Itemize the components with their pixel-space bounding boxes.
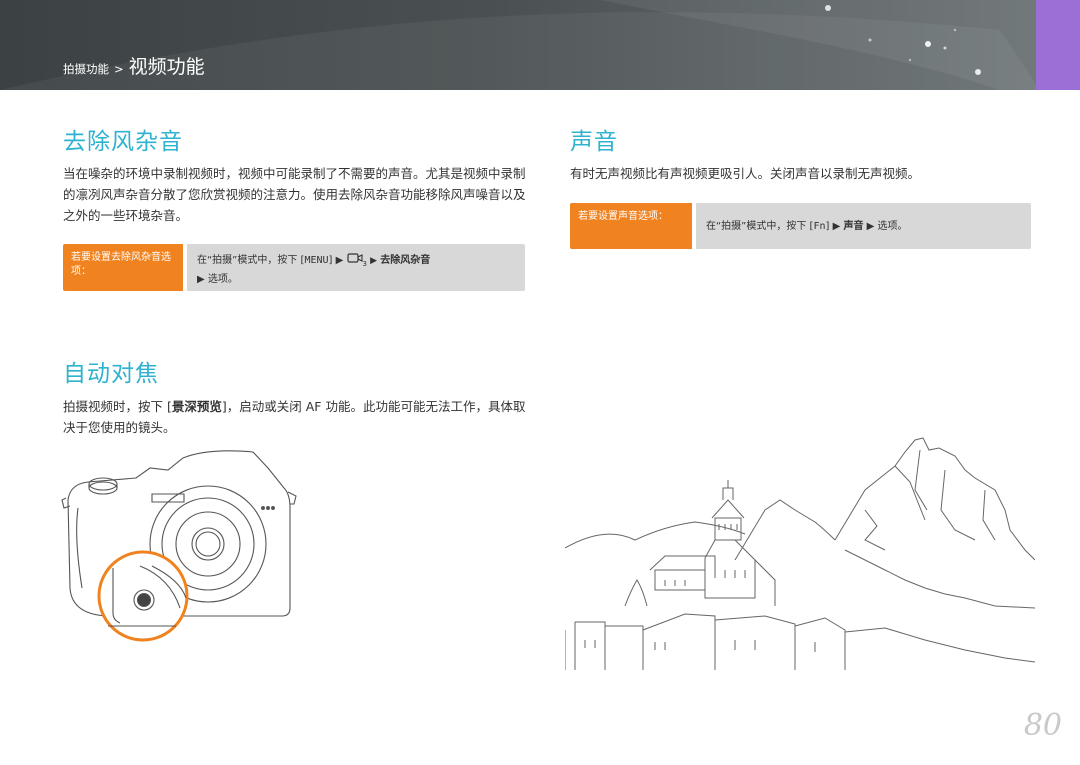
autofocus-body-prefix: 拍摄视频时，按下 [ (63, 399, 172, 414)
page-number: 80 (1023, 708, 1062, 743)
wind-cut-tip: 若要设置去除风杂音选项： 在“拍摄”模式中，按下 [MENU] ▶ 3 ▶ 去除… (63, 244, 525, 291)
fn-key: Fn (813, 221, 826, 232)
breadcrumb-separator: > (114, 62, 124, 76)
sound-tip-label: 若要设置声音选项： (570, 203, 692, 249)
video-mode-icon (346, 253, 363, 263)
autofocus-title: 自动对焦 (63, 361, 159, 387)
page-header: 拍摄功能 > 视频功能 (0, 0, 1080, 90)
wind-cut-tip-content: 在“拍摄”模式中，按下 [MENU] ▶ 3 ▶ 去除风杂音 ▶ 选项。 (187, 244, 525, 291)
sound-title: 声音 (570, 129, 618, 155)
sound-tip-content: 在“拍摄”模式中，按下 [Fn] ▶ 声音 ▶ 选项。 (696, 203, 1031, 249)
sound-tip-prefix: 在“拍摄”模式中，按下 [ (706, 221, 814, 232)
wind-cut-tip-prefix: 在“拍摄”模式中，按下 [ (197, 255, 305, 266)
chapter-tab (1036, 0, 1080, 90)
wind-cut-tip-label: 若要设置去除风杂音选项： (63, 244, 183, 291)
autofocus-body: 拍摄视频时，按下 [景深预览]，启动或关闭 AF 功能。此功能可能无法工作，具体… (63, 396, 529, 438)
camera-illustration (61, 450, 297, 642)
wind-cut-tip-target: 去除风杂音 (380, 255, 431, 266)
menu-key: MENU (304, 255, 329, 266)
sound-tip-target: 声音 (843, 221, 864, 232)
dof-preview-key: 景深预览 (171, 399, 222, 414)
breadcrumb-parent[interactable]: 拍摄功能 (63, 61, 109, 77)
wind-cut-title: 去除风杂音 (63, 129, 183, 155)
wind-cut-tip-suffix: ▶ 选项。 (197, 274, 238, 285)
arrow-right-icon: ▶ (370, 256, 378, 266)
breadcrumb: 拍摄功能 > 视频功能 (63, 52, 205, 79)
wind-cut-body: 当在噪杂的环境中录制视频时，视频中可能录制了不需要的声音。尤其是视频中录制的凛冽… (63, 166, 526, 223)
sound-tip-mid: ] ▶ (825, 221, 841, 232)
breadcrumb-current: 视频功能 (128, 56, 205, 78)
sound-tip-suffix: ▶ 选项。 (866, 221, 908, 232)
video-mode-icon-index: 3 (362, 260, 367, 268)
sound-tip: 若要设置声音选项： 在“拍摄”模式中，按下 [Fn] ▶ 声音 ▶ 选项。 (570, 203, 1031, 249)
wind-cut-tip-mid: ] ▶ (328, 255, 344, 266)
sound-body: 有时无声视频比有声视频更吸引人。关闭声音以录制无声视频。 (570, 166, 921, 181)
village-mountain-illustration (565, 437, 1035, 670)
